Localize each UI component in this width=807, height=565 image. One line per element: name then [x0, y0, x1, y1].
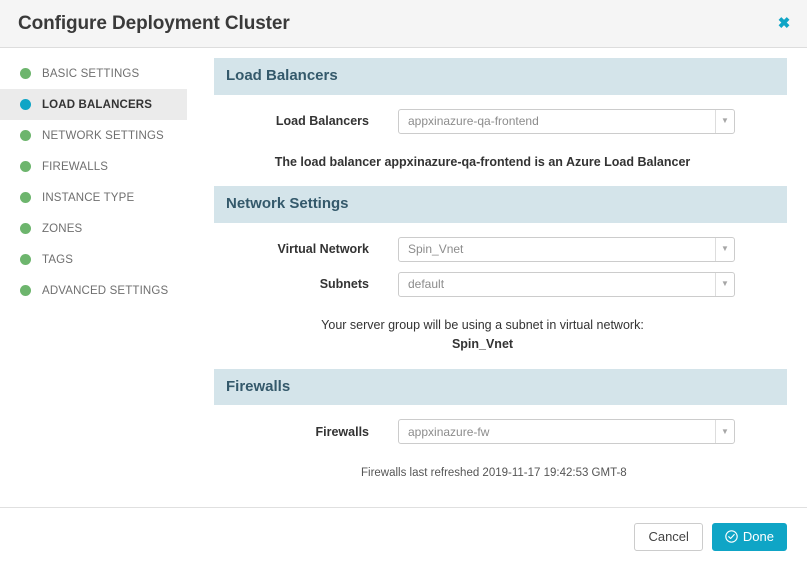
subnets-value: default: [408, 277, 445, 292]
page-title: Configure Deployment Cluster: [18, 13, 290, 34]
load-balancers-select[interactable]: appxinazure-qa-frontend ▼: [398, 108, 735, 134]
section-title: Firewalls: [214, 368, 787, 406]
sidebar-item-label: LOAD BALANCERS: [42, 98, 153, 111]
check-circle-icon: [725, 530, 738, 543]
chevron-down-icon: ▼: [715, 420, 734, 444]
sidebar-item-label: FIREWALLS: [42, 160, 109, 173]
modal-header: Configure Deployment Cluster ✖: [0, 0, 807, 48]
network-helper-line-2: Spin_Vnet: [451, 337, 514, 352]
sidebar-item-tags[interactable]: TAGS: [0, 244, 187, 275]
status-dot-icon: [20, 285, 31, 296]
firewalls-refresh-text: Firewalls last refreshed 2019-11-17 19:4…: [361, 467, 627, 480]
sidebar-item-label: ZONES: [42, 222, 83, 235]
section-body: Virtual Network Spin_Vnet ▼ Subnets defa…: [214, 223, 787, 369]
done-button-label: Done: [742, 529, 774, 544]
section-title: Load Balancers: [214, 58, 787, 95]
sidebar-item-label: TAGS: [42, 253, 74, 266]
cancel-button[interactable]: Cancel: [634, 522, 703, 551]
settings-content: Load Balancers Load Balancers appxinazur…: [187, 48, 807, 507]
firewalls-label: Firewalls: [315, 424, 370, 439]
sidebar-item-firewalls[interactable]: FIREWALLS: [0, 151, 187, 182]
status-dot-icon: [20, 223, 31, 234]
sidebar-item-instance-type[interactable]: INSTANCE TYPE: [0, 182, 187, 213]
modal-footer: Cancel Done: [0, 507, 807, 565]
subnets-label: Subnets: [319, 277, 369, 292]
chevron-down-icon: ▼: [715, 272, 734, 296]
form-row-load-balancers: Load Balancers appxinazure-qa-frontend ▼: [214, 108, 787, 134]
status-dot-icon: [20, 99, 31, 110]
form-row-subnets: Subnets default ▼: [214, 271, 787, 297]
form-row-virtual-network: Virtual Network Spin_Vnet ▼: [214, 236, 787, 262]
network-helper-line-1: Your server group will be using a subnet…: [321, 317, 644, 332]
modal-body: BASIC SETTINGS LOAD BALANCERS NETWORK SE…: [0, 48, 807, 507]
subnets-select[interactable]: default ▼: [398, 271, 735, 297]
sidebar-item-label: BASIC SETTINGS: [42, 67, 140, 80]
load-balancers-label: Load Balancers: [275, 114, 369, 129]
sidebar-item-label: NETWORK SETTINGS: [42, 129, 164, 142]
section-network-settings: Network Settings Virtual Network Spin_Vn…: [214, 186, 787, 369]
virtual-network-label: Virtual Network: [277, 242, 369, 257]
sidebar-item-network-settings[interactable]: NETWORK SETTINGS: [0, 120, 187, 151]
configure-deployment-cluster-modal: Configure Deployment Cluster ✖ BASIC SET…: [0, 0, 807, 565]
sidebar-item-label: ADVANCED SETTINGS: [42, 284, 169, 297]
form-row-firewalls: Firewalls appxinazure-fw ▼: [214, 419, 787, 445]
virtual-network-value: Spin_Vnet: [408, 242, 464, 257]
section-firewalls: Firewalls Firewalls appxinazure-fw ▼ Fir…: [214, 368, 787, 498]
status-dot-icon: [20, 161, 31, 172]
sidebar-item-label: INSTANCE TYPE: [42, 191, 135, 204]
load-balancers-value: appxinazure-qa-frontend: [408, 114, 539, 129]
sidebar-nav: BASIC SETTINGS LOAD BALANCERS NETWORK SE…: [0, 48, 187, 507]
firewalls-select[interactable]: appxinazure-fw ▼: [398, 419, 735, 445]
network-settings-helper-text: Your server group will be using a subnet…: [214, 307, 787, 369]
sidebar-item-zones[interactable]: ZONES: [0, 213, 187, 244]
done-button[interactable]: Done: [711, 522, 787, 551]
close-icon[interactable]: ✖: [773, 13, 795, 35]
chevron-down-icon: ▼: [715, 237, 734, 261]
status-dot-icon: [20, 192, 31, 203]
section-body: Firewalls appxinazure-fw ▼ Firewalls las…: [214, 405, 787, 497]
chevron-down-icon: ▼: [715, 109, 734, 133]
status-dot-icon: [20, 254, 31, 265]
sidebar-item-advanced-settings[interactable]: ADVANCED SETTINGS: [0, 275, 187, 306]
section-load-balancers: Load Balancers Load Balancers appxinazur…: [214, 58, 787, 186]
section-body: Load Balancers appxinazure-qa-frontend ▼…: [214, 95, 787, 186]
status-dot-icon: [20, 68, 31, 79]
virtual-network-select[interactable]: Spin_Vnet ▼: [398, 236, 735, 262]
sidebar-item-load-balancers[interactable]: LOAD BALANCERS: [0, 89, 187, 120]
status-dot-icon: [20, 130, 31, 141]
firewalls-value: appxinazure-fw: [408, 424, 490, 439]
section-title: Network Settings: [214, 186, 787, 223]
sidebar-item-basic-settings[interactable]: BASIC SETTINGS: [0, 58, 187, 89]
load-balancers-helper-text: The load balancer appxinazure-qa-fronten…: [274, 154, 691, 169]
